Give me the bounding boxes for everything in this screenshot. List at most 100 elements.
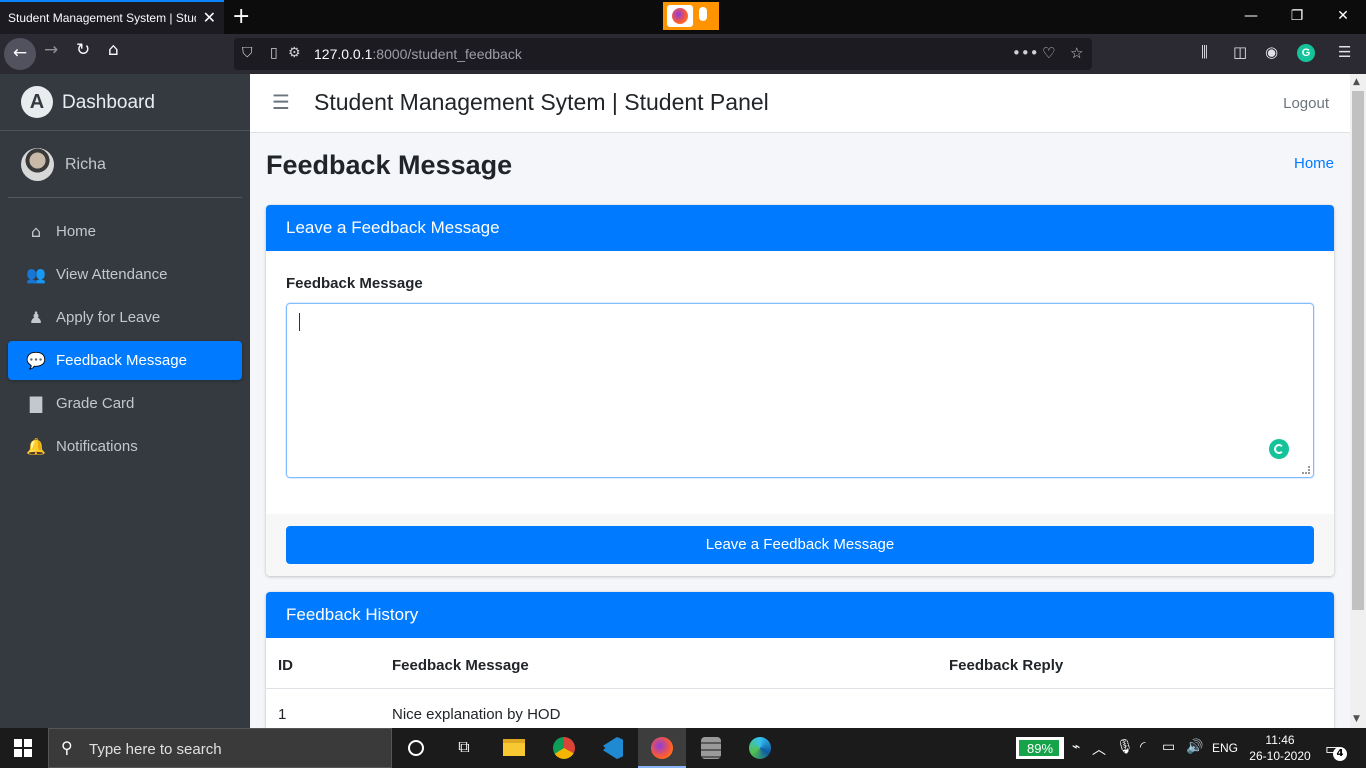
address-bar[interactable]: ⛉ ▯ ⚙ 127.0.0.1:8000/student_feedback ••… (234, 38, 1092, 70)
sidebar-item-home[interactable]: ⌂ Home (8, 212, 242, 251)
search-icon: ⚲ (61, 738, 73, 757)
scroll-up-icon[interactable]: ▲ (1353, 77, 1360, 87)
column-header-feedback-message: Feedback Message (392, 657, 529, 674)
text-caret (299, 313, 300, 331)
taskbar-search-box[interactable]: ⚲ Type here to search (48, 728, 392, 768)
browser-toolbar: ← → ↻ ⌂ ⛉ ▯ ⚙ 127.0.0.1:8000/student_fee… (0, 34, 1366, 74)
scroll-down-icon[interactable]: ▼ (1353, 714, 1360, 724)
sidebar-menu: ⌂ Home 👥 View Attendance ♟ Apply for Lea… (8, 212, 242, 470)
sidebar: A Dashboard Richa ⌂ Home 👥 View Attendan… (0, 74, 250, 728)
battery-tray-icon[interactable]: ▭ (1162, 739, 1175, 755)
cortana-icon[interactable] (392, 728, 440, 768)
pocket-icon[interactable]: ♡ (1042, 44, 1055, 62)
power-plug-icon[interactable]: ⌁ (1072, 739, 1080, 755)
home-icon: ⌂ (30, 222, 42, 241)
microphone-icon (699, 7, 707, 21)
page-actions-icon[interactable]: ••• (1012, 44, 1039, 62)
comments-icon: 💬 (26, 351, 46, 370)
action-center-icon[interactable]: ▭ 4 (1325, 739, 1347, 761)
sidebar-item-label: Notifications (56, 438, 138, 455)
sidebar-item-notifications[interactable]: 🔔 Notifications (8, 427, 242, 466)
page-icon: ▯ (270, 45, 278, 61)
window-close-icon[interactable]: ✕ (1320, 0, 1366, 34)
menu-icon[interactable]: ☰ (1338, 43, 1351, 61)
feedback-form-card: Leave a Feedback Message Feedback Messag… (266, 205, 1334, 576)
brand-logo-icon: A (21, 86, 53, 118)
grammarly-icon[interactable]: G (1297, 44, 1315, 62)
file-icon: ▇ (29, 394, 43, 413)
feedback-message-textarea[interactable] (286, 303, 1314, 478)
top-navbar: ☰ Student Management Sytem | Student Pan… (250, 74, 1350, 133)
task-view-icon[interactable]: ⧉ (440, 728, 488, 768)
app-title: Student Management Sytem | Student Panel (314, 89, 769, 115)
users-icon: 👥 (26, 265, 46, 284)
breadcrumb-home-link[interactable]: Home (1294, 155, 1334, 172)
bookmark-star-icon[interactable]: ☆ (1070, 44, 1083, 62)
permissions-icon[interactable]: ⚙ (288, 45, 301, 61)
brand-link[interactable]: A Dashboard (0, 74, 250, 131)
account-icon[interactable]: ◉ (1265, 43, 1278, 61)
card-header: Feedback History (266, 592, 1334, 638)
logout-link[interactable]: Logout (1283, 95, 1329, 112)
avatar (21, 148, 54, 181)
browser-tab[interactable]: Student Management System | Student Pane… (0, 0, 224, 34)
resize-handle[interactable] (1302, 466, 1310, 474)
sidebar-item-label: Home (56, 223, 97, 240)
firefox-icon (667, 5, 693, 27)
scrollbar-thumb[interactable] (1352, 91, 1364, 610)
sidebar-item-grade-card[interactable]: ▇ Grade Card (8, 384, 242, 423)
sidebar-item-apply-for-leave[interactable]: ♟ Apply for Leave (8, 298, 242, 337)
system-clock[interactable]: 11:46 26-10-2020 (1247, 732, 1313, 764)
browser-tab-bar: Student Management System | Student Pane… (0, 0, 1366, 34)
submit-feedback-button[interactable]: Leave a Feedback Message (286, 526, 1314, 564)
library-icon[interactable]: ⫼ (1201, 43, 1208, 61)
user-panel: Richa (8, 132, 242, 198)
sidebar-item-view-attendance[interactable]: 👥 View Attendance (8, 255, 242, 294)
sidebar-item-label: Grade Card (56, 395, 135, 412)
sidebar-item-label: Apply for Leave (56, 309, 161, 326)
back-icon[interactable]: ← (4, 38, 36, 70)
notification-count: 4 (1333, 747, 1347, 761)
forward-icon[interactable]: → (44, 40, 58, 60)
url-text[interactable]: 127.0.0.1:8000/student_feedback (314, 46, 522, 62)
minimize-icon[interactable]: — (1228, 0, 1274, 34)
person-icon: ♟ (28, 308, 44, 327)
sidebar-item-label: Feedback Message (56, 352, 187, 369)
vscode-icon[interactable] (589, 728, 637, 768)
card-footer: Leave a Feedback Message (266, 514, 1334, 576)
language-indicator[interactable]: ENG (1212, 741, 1238, 755)
column-header-feedback-reply: Feedback Reply (949, 657, 1064, 674)
page-scrollbar[interactable]: ▲ ▼ (1350, 74, 1366, 728)
windows-start-icon[interactable] (14, 739, 32, 757)
file-explorer-icon[interactable] (490, 728, 538, 768)
home-icon[interactable]: ⌂ (108, 40, 119, 60)
new-tab-icon[interactable]: + (232, 4, 250, 29)
restore-icon[interactable]: ❐ (1274, 0, 1320, 34)
wifi-icon[interactable]: ◜ (1140, 739, 1145, 755)
tab-title: Student Management System | Student Pane… (8, 11, 196, 25)
windows-taskbar: ⚲ Type here to search ⧉ 89% ⌁ ︿ 🎙 ◜ ▭ 🔊 … (0, 728, 1366, 768)
grammarly-status-icon[interactable] (1269, 439, 1289, 459)
reload-icon[interactable]: ↻ (76, 40, 90, 60)
hamburger-menu-icon[interactable]: ☰ (272, 90, 290, 114)
database-icon[interactable] (687, 728, 735, 768)
extension-indicator[interactable] (663, 2, 719, 30)
clock-time: 11:46 (1265, 733, 1295, 747)
battery-indicator[interactable]: 89% (1016, 737, 1064, 759)
page-title: Feedback Message (266, 150, 513, 180)
user-name[interactable]: Richa (65, 156, 106, 174)
edge-icon[interactable] (736, 728, 784, 768)
close-tab-icon[interactable]: ✕ (203, 8, 216, 28)
sidebar-item-feedback-message[interactable]: 💬 Feedback Message (8, 341, 242, 380)
microphone-tray-icon[interactable]: 🎙 (1116, 739, 1134, 755)
card-header: Leave a Feedback Message (266, 205, 1334, 251)
feedback-history-card: Feedback History ID Feedback Message Fee… (266, 592, 1334, 728)
table-divider (266, 688, 1334, 689)
firefox-taskbar-icon[interactable] (638, 728, 686, 768)
search-placeholder: Type here to search (89, 741, 222, 758)
shield-icon[interactable]: ⛉ (242, 45, 253, 61)
sidebar-toggle-icon[interactable]: ◫ (1233, 43, 1247, 61)
chrome-icon[interactable] (540, 728, 588, 768)
volume-icon[interactable]: 🔊 (1186, 739, 1203, 755)
show-hidden-icons-icon[interactable]: ︿ (1092, 739, 1106, 759)
